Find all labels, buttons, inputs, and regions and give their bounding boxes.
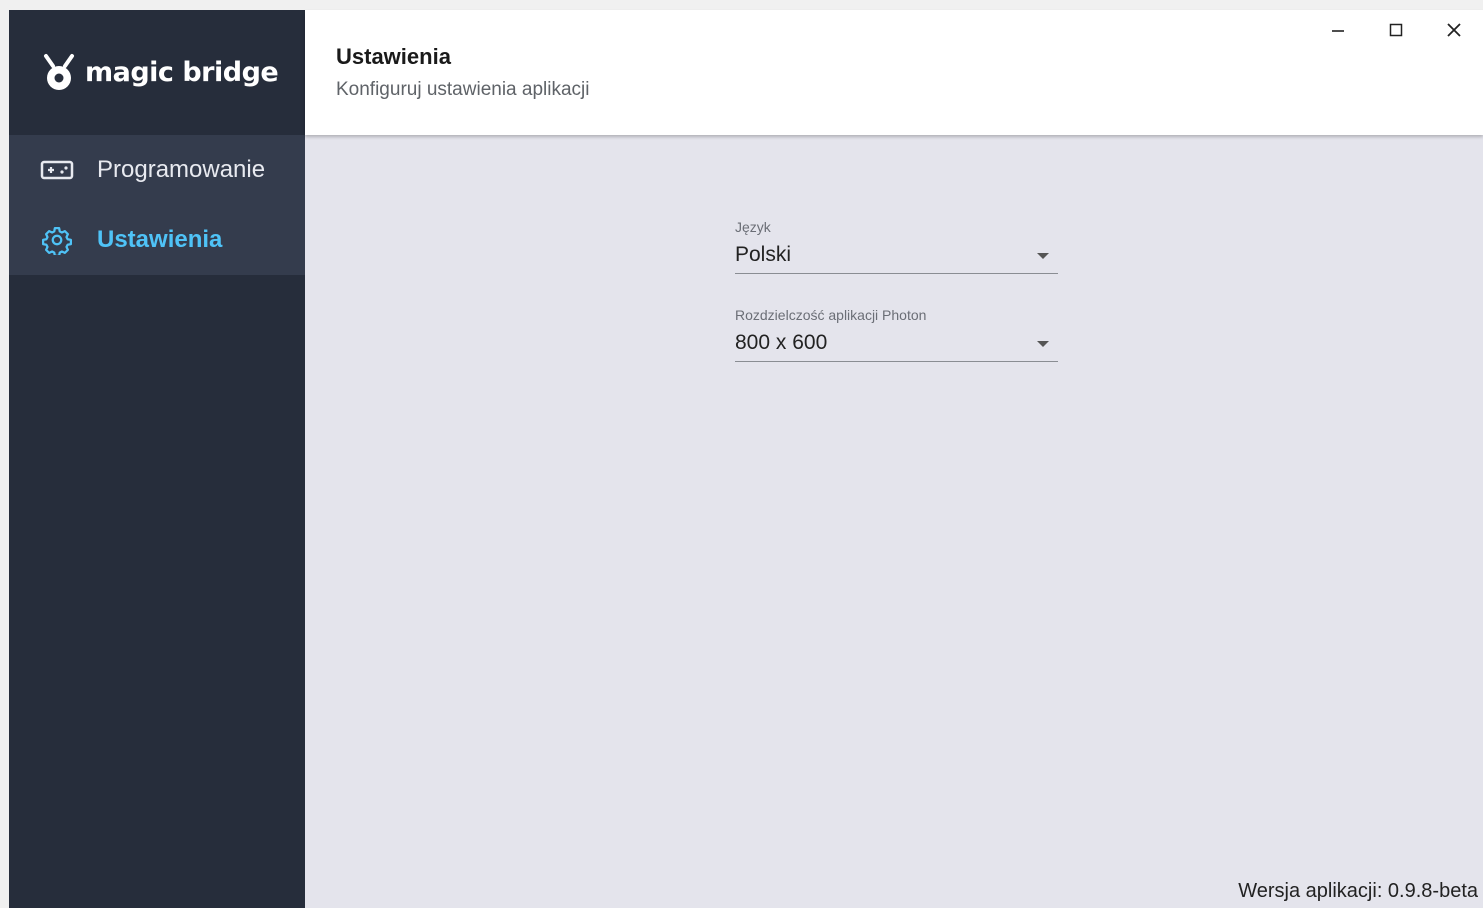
app-window: magic bridge Programowanie Ustawienia Us… xyxy=(9,10,1483,908)
logo-text: magic bridge xyxy=(85,57,279,88)
close-button[interactable] xyxy=(1425,10,1483,50)
gear-icon xyxy=(39,225,75,255)
language-value: Polski xyxy=(735,243,792,266)
resolution-value: 800 x 600 xyxy=(735,331,828,354)
app-version: Wersja aplikacji: 0.9.8-beta xyxy=(1238,880,1478,902)
sidebar-item-label: Programowanie xyxy=(97,156,266,183)
resolution-label: Rozdzielczość aplikacji Photon xyxy=(735,307,927,323)
page-title: Ustawienia xyxy=(336,44,451,69)
close-icon xyxy=(1447,23,1461,37)
page-header: Ustawienia Konfiguruj ustawienia aplikac… xyxy=(305,10,1483,135)
settings-content: Język Polski Rozdzielczość aplikacji Pho… xyxy=(305,135,1483,908)
language-label: Język xyxy=(735,219,771,235)
resolution-field: Rozdzielczość aplikacji Photon 800 x 600 xyxy=(735,307,1058,362)
maximize-button[interactable] xyxy=(1367,10,1425,50)
page-subtitle: Konfiguruj ustawienia aplikacji xyxy=(336,79,590,100)
minimize-icon xyxy=(1332,30,1344,32)
main-panel: Ustawienia Konfiguruj ustawienia aplikac… xyxy=(305,10,1483,908)
resolution-select[interactable]: 800 x 600 xyxy=(735,325,1058,362)
magic-bridge-logo-icon xyxy=(44,53,74,90)
app-logo: magic bridge xyxy=(9,10,305,135)
chevron-down-icon xyxy=(1037,341,1049,347)
language-select[interactable]: Polski xyxy=(735,237,1058,274)
gamepad-icon xyxy=(39,155,75,185)
sidebar: magic bridge Programowanie Ustawienia xyxy=(9,10,305,908)
chevron-down-icon xyxy=(1037,253,1049,259)
sidebar-item-ustawienia[interactable]: Ustawienia xyxy=(9,205,305,275)
window-controls xyxy=(1309,10,1483,50)
sidebar-nav: Programowanie Ustawienia xyxy=(9,135,305,275)
language-field: Język Polski xyxy=(735,219,1058,274)
minimize-button[interactable] xyxy=(1309,10,1367,50)
sidebar-item-label: Ustawienia xyxy=(97,226,223,253)
maximize-icon xyxy=(1389,23,1403,37)
sidebar-item-programowanie[interactable]: Programowanie xyxy=(9,135,305,205)
